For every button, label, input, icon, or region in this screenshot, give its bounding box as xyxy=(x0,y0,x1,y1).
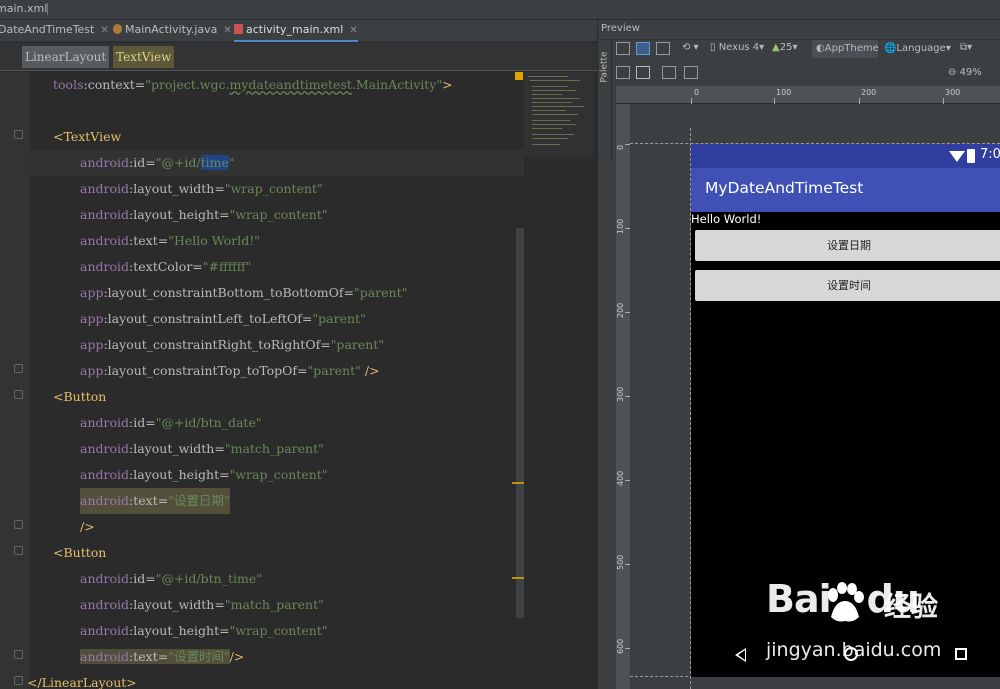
hello-textview[interactable]: Hello World! xyxy=(691,212,761,226)
code-line: app:layout_constraintTop_toTopOf="parent… xyxy=(80,363,380,378)
tab-mainactivity[interactable]: MainActivity.java ✕ xyxy=(113,20,232,42)
code-line: app:layout_constraintLeft_toLeftOf="pare… xyxy=(80,311,366,326)
code-line: <Button xyxy=(53,545,107,560)
close-icon[interactable]: ✕ xyxy=(349,25,357,36)
code-line: android:layout_width="match_parent" xyxy=(80,441,324,456)
device-selector[interactable]: ▯ Nexus 4▾ xyxy=(710,40,764,56)
code-editor[interactable]: tools:context="project.wgc.mydateandtime… xyxy=(0,72,597,689)
tab-label: DateAndTimeTest xyxy=(0,23,95,36)
java-file-icon xyxy=(113,24,122,34)
xml-path-textview[interactable]: TextView xyxy=(113,46,174,68)
close-icon[interactable]: ✕ xyxy=(223,25,231,36)
orientation-icon[interactable]: ⟲ ▾ xyxy=(682,40,699,56)
code-line: <TextView xyxy=(53,129,122,144)
tab-activity-main[interactable]: activity_main.xml ✕ xyxy=(234,20,358,42)
editor-scrollbar[interactable] xyxy=(516,228,524,618)
wifi-icon xyxy=(949,151,965,162)
ide-window: { "breadcrumb": { "file": "main.xml" }, … xyxy=(0,0,1000,689)
preview-toolbar: ⟲ ▾ ▯ Nexus 4▾ ▲25▾ ◐AppTheme 🌐Language▾… xyxy=(614,40,1000,86)
fold-icon[interactable] xyxy=(14,546,23,555)
code-minimap[interactable] xyxy=(524,72,594,156)
gutter xyxy=(0,72,30,689)
split-view-icon[interactable] xyxy=(656,42,670,55)
design-view-icon[interactable] xyxy=(616,42,630,55)
code-line: android:id="@+id/btn_time" xyxy=(80,571,262,586)
code-line: /> xyxy=(80,519,95,534)
fold-icon[interactable] xyxy=(14,676,23,685)
theme-label: ◐AppTheme xyxy=(816,43,879,54)
set-date-button[interactable]: 设置日期 xyxy=(695,230,1000,261)
palette-list-icon[interactable] xyxy=(616,66,630,79)
code-line-warning: android:text="设置时间"/> xyxy=(80,649,245,664)
code-line: android:text="Hello World!" xyxy=(80,233,261,248)
warning-indicator-icon[interactable] xyxy=(515,72,523,80)
code-line: tools:context="project.wgc.mydateandtime… xyxy=(53,77,453,92)
set-time-button[interactable]: 设置时间 xyxy=(695,270,1000,301)
code-line: android:id="@+id/time" xyxy=(80,155,235,170)
back-icon[interactable] xyxy=(735,648,746,662)
tab-label: MainActivity.java xyxy=(125,23,218,36)
language-selector[interactable]: 🌐Language▾ xyxy=(884,41,951,57)
api-level-selector[interactable]: ▲25▾ xyxy=(772,40,797,56)
fold-icon[interactable] xyxy=(14,650,23,659)
watermark-cn: 经验 xyxy=(884,592,938,623)
close-icon[interactable]: ✕ xyxy=(100,25,108,36)
code-line: </LinearLayout> xyxy=(27,675,137,689)
zoom-level[interactable]: ⊖ 49% xyxy=(948,65,982,81)
breadcrumb-file[interactable]: main.xml xyxy=(0,2,47,15)
battery-icon xyxy=(967,149,975,163)
fold-icon[interactable] xyxy=(14,364,23,373)
code-line: android:layout_height="wrap_content" xyxy=(80,467,328,482)
preview-title: Preview xyxy=(598,20,1000,40)
code-line: android:id="@+id/btn_date" xyxy=(80,415,262,430)
tab-label: activity_main.xml xyxy=(246,23,344,36)
code-line: <Button xyxy=(53,389,107,404)
status-bar: 7:0 xyxy=(691,144,1000,168)
horizontal-ruler: 0 100 200 300 xyxy=(616,86,1000,104)
code-line: android:layout_height="wrap_content" xyxy=(80,623,328,638)
code-line: app:layout_constraintBottom_toBottomOf="… xyxy=(80,285,408,300)
warning-marker[interactable] xyxy=(512,482,524,484)
warning-marker[interactable] xyxy=(512,577,524,579)
fold-icon[interactable] xyxy=(14,390,23,399)
breadcrumb: main.xml xyxy=(0,0,1000,20)
code-line: app:layout_constraintRight_toRightOf="pa… xyxy=(80,337,385,352)
status-clock: 7:0 xyxy=(980,147,1000,162)
xml-file-icon xyxy=(234,24,243,34)
code-line-warning: android:text="设置日期" xyxy=(80,488,230,514)
chevron-right-icon xyxy=(42,3,48,15)
watermark-url: jingyan.baidu.com xyxy=(766,639,942,661)
app-title: MyDateAndTimeTest xyxy=(705,179,864,197)
layout-variants-icon[interactable]: ⧉▾ xyxy=(960,40,972,56)
zoom-actual-icon[interactable] xyxy=(684,66,698,79)
image-icon[interactable] xyxy=(636,66,650,79)
xml-path-linearlayout[interactable]: LinearLayout xyxy=(22,46,109,68)
code-line: android:textColor="#ffffff" xyxy=(80,259,252,274)
fold-icon[interactable] xyxy=(14,520,23,529)
editor-tabs: DateAndTimeTest ✕ MainActivity.java ✕ acti… xyxy=(0,20,597,42)
vertical-ruler: 0 100 200 300 400 500 600 xyxy=(616,104,630,689)
code-line: android:layout_width="wrap_content" xyxy=(80,181,323,196)
palette-tab[interactable]: Palette xyxy=(598,40,612,160)
fold-icon[interactable] xyxy=(14,130,23,139)
baidu-watermark: Bai du 经验 jingyan.baidu.com xyxy=(766,577,996,667)
blueprint-view-icon[interactable] xyxy=(636,42,650,55)
paw-icon xyxy=(828,582,864,622)
app-bar: MyDateAndTimeTest xyxy=(691,168,1000,212)
xml-path-bar: LinearLayout TextView xyxy=(0,43,597,71)
code-line: android:layout_height="wrap_content" xyxy=(80,207,328,222)
tab-project[interactable]: DateAndTimeTest ✕ xyxy=(0,20,109,42)
code-line: android:layout_width="match_parent" xyxy=(80,597,324,612)
zoom-fit-icon[interactable] xyxy=(662,66,676,79)
